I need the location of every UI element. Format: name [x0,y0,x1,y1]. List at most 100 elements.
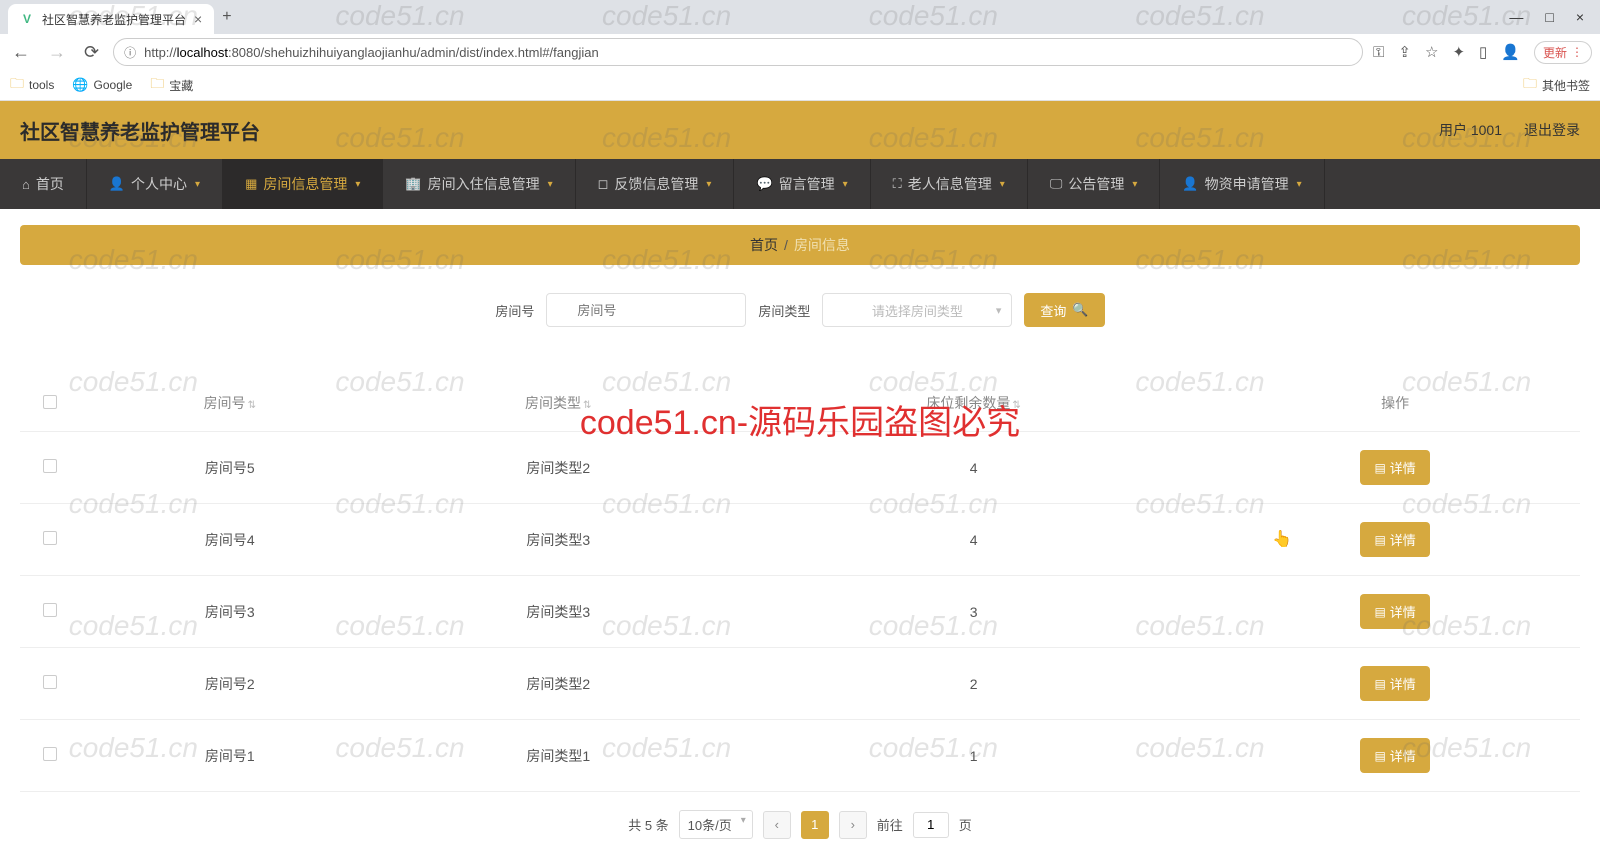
next-page-button[interactable]: › [839,811,867,839]
url-bar[interactable]: ⓘ http://localhost:8080/shehuizhihuiyang… [113,38,1363,66]
chevron-down-icon: ▾ [548,179,553,190]
reload-button[interactable]: ⟳ [80,42,103,63]
extensions-icon[interactable]: ✦ [1452,43,1465,61]
goto-page-input[interactable] [913,812,949,838]
detail-button[interactable]: ▤详情 [1360,594,1429,629]
other-bookmarks[interactable]: 🗀其他书签 [1523,73,1590,97]
password-icon[interactable]: ⚿ [1373,44,1384,61]
user-label[interactable]: 用户 1001 [1439,120,1502,140]
room-type-select[interactable]: 请选择房间类型 ▾ [822,293,1012,327]
room-number-input[interactable] [546,293,746,327]
forward-button[interactable]: → [44,42,70,63]
folder-icon: 🗀 [1523,73,1537,97]
cell-type: 房间类型3 [380,504,737,576]
cell-room: 房间号3 [80,576,380,648]
cell-type: 房间类型3 [380,576,737,648]
maximize-icon[interactable]: □ [1545,9,1553,25]
row-checkbox[interactable] [43,459,57,473]
breadcrumb-separator: / [784,237,788,253]
detail-button[interactable]: ▤详情 [1360,666,1429,701]
col-room-type[interactable]: 房间类型⇅ [380,375,737,432]
building-icon: 🏢 [405,176,421,192]
user-icon: 👤 [109,176,125,192]
sort-icon: ⇅ [583,400,591,411]
window-controls: — □ × [1493,9,1600,25]
table-row: 房间号4房间类型34▤详情 [20,504,1580,576]
select-all-checkbox[interactable] [43,395,57,409]
search-icon: 🔍 [1072,302,1088,318]
table-row: 房间号5房间类型24▤详情 [20,432,1580,504]
folder-icon: 🗀 [10,73,24,97]
site-info-icon[interactable]: ⓘ [124,44,136,61]
col-action: 操作 [1210,375,1580,432]
window-icon: ◻ [598,176,609,192]
chevron-down-icon: ▾ [1000,179,1005,190]
nav-supply-request[interactable]: 👤物资申请管理▾ [1160,159,1324,209]
page-suffix: 页 [959,815,972,834]
col-bed-remain[interactable]: 床位剩余数量⇅ [737,375,1210,432]
detail-button[interactable]: ▤详情 [1360,522,1429,557]
query-button[interactable]: 查询🔍 [1024,293,1104,327]
share-icon[interactable]: ⇪ [1398,43,1411,61]
document-icon: ▤ [1374,533,1385,547]
document-icon: ▤ [1374,677,1385,691]
cell-type: 房间类型2 [380,648,737,720]
profile-icon[interactable]: 👤 [1501,43,1520,61]
cell-type: 房间类型1 [380,720,737,792]
room-table: 房间号⇅ 房间类型⇅ 床位剩余数量⇅ 操作 房间号5房间类型24▤详情房间号4房… [20,375,1580,792]
chevron-down-icon: ▾ [843,179,848,190]
back-button[interactable]: ← [8,42,34,63]
reading-list-icon[interactable]: ▯ [1479,43,1487,61]
minimize-icon[interactable]: — [1509,9,1523,25]
close-window-icon[interactable]: × [1576,9,1584,25]
nav-feedback[interactable]: ◻反馈信息管理▾ [576,159,735,209]
breadcrumb: 首页 / 房间信息 [20,225,1580,265]
star-icon[interactable]: ☆ [1425,43,1438,61]
row-checkbox[interactable] [43,747,57,761]
cell-remain: 1 [737,720,1210,792]
page-1-button[interactable]: 1 [801,811,829,839]
app-header: 社区智慧养老监护管理平台 用户 1001 退出登录 [0,101,1600,159]
chevron-down-icon: ▾ [1297,179,1302,190]
cell-room: 房间号5 [80,432,380,504]
monitor-icon: 🖵 [1050,176,1063,192]
document-icon: ▤ [1374,749,1385,763]
bookmark-tools[interactable]: 🗀tools [10,73,54,97]
nav-home[interactable]: ⌂首页 [0,159,87,209]
nav-elderly-info[interactable]: ⛶老人信息管理▾ [871,159,1028,209]
url-prefix: http:// [144,45,177,60]
chevron-down-icon: ▾ [195,179,200,190]
detail-button[interactable]: ▤详情 [1360,450,1429,485]
nav-personal-center[interactable]: 👤个人中心▾ [87,159,223,209]
row-checkbox[interactable] [43,675,57,689]
nav-announcement[interactable]: 🖵公告管理▾ [1028,159,1161,209]
person-icon: 👤 [1182,176,1198,192]
update-button[interactable]: 更新⋮ [1534,41,1592,64]
folder-icon: 🗀 [150,73,164,97]
col-room-number[interactable]: 房间号⇅ [80,375,380,432]
table-row: 房间号1房间类型11▤详情 [20,720,1580,792]
row-checkbox[interactable] [43,603,57,617]
cell-remain: 3 [737,576,1210,648]
nav-message[interactable]: 💬留言管理▾ [734,159,870,209]
filter-room-label: 房间号 [495,301,534,320]
total-label: 共 5 条 [628,815,668,834]
bookmark-google[interactable]: 🌐Google [72,77,132,93]
bookmark-treasure[interactable]: 🗀宝藏 [150,73,193,97]
page-size-select[interactable]: 10条/页▾ [679,810,753,839]
logout-link[interactable]: 退出登录 [1524,120,1580,140]
nav-room-info[interactable]: ▦房间信息管理▾ [223,159,383,209]
document-icon: ▤ [1374,461,1385,475]
new-tab-button[interactable]: + [214,4,239,30]
row-checkbox[interactable] [43,531,57,545]
detail-button[interactable]: ▤详情 [1360,738,1429,773]
nav-room-checkin[interactable]: 🏢房间入住信息管理▾ [383,159,575,209]
table-row: 房间号3房间类型33 ▤详情 [20,576,1580,648]
breadcrumb-current: 房间信息 [794,235,850,255]
browser-tab[interactable]: V 社区智慧养老监护管理平台 × [8,4,214,34]
cell-type: 房间类型2 [380,432,737,504]
document-icon: ▤ [1374,605,1385,619]
prev-page-button[interactable]: ‹ [763,811,791,839]
close-icon[interactable]: × [194,11,202,27]
breadcrumb-home[interactable]: 首页 [750,235,778,255]
